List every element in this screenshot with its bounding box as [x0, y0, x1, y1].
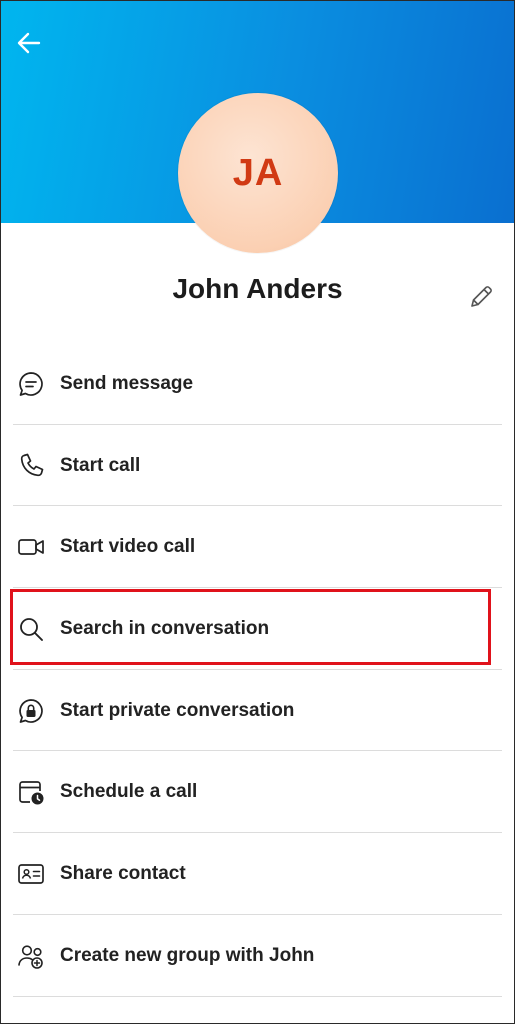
- menu-item-label: Send message: [60, 372, 194, 394]
- menu-item-label: Create new group with John: [60, 944, 315, 966]
- menu-item-create-new-group[interactable]: Create new group with John: [1, 915, 514, 997]
- menu-item-search-in-conversation[interactable]: Search in conversation: [1, 588, 514, 670]
- contact-name: John Anders: [172, 273, 343, 304]
- video-camera-icon: [15, 531, 47, 563]
- contact-actions-menu: Send message Start call Start video call: [1, 343, 514, 997]
- menu-item-label: Start video call: [60, 536, 196, 558]
- people-add-icon: [15, 940, 47, 972]
- contact-profile-screen: JA John Anders Send message Start call S…: [0, 0, 515, 1024]
- menu-item-start-private-conversation[interactable]: Start private conversation: [1, 670, 514, 752]
- calendar-clock-icon: [15, 776, 47, 808]
- menu-item-share-contact[interactable]: Share contact: [1, 833, 514, 915]
- phone-icon: [15, 450, 47, 482]
- menu-item-label: Start call: [60, 454, 141, 476]
- menu-item-label: Share contact: [60, 862, 186, 884]
- back-button[interactable]: [9, 23, 49, 63]
- menu-item-schedule-a-call[interactable]: Schedule a call: [1, 751, 514, 833]
- menu-item-start-video-call[interactable]: Start video call: [1, 506, 514, 588]
- search-icon: [15, 613, 47, 645]
- menu-item-start-call[interactable]: Start call: [1, 425, 514, 507]
- menu-item-send-message[interactable]: Send message: [1, 343, 514, 425]
- menu-item-label: Search in conversation: [60, 617, 270, 639]
- menu-item-label: Start private conversation: [60, 699, 295, 721]
- avatar[interactable]: JA: [178, 93, 338, 253]
- arrow-left-icon: [17, 32, 41, 54]
- pencil-icon: [471, 286, 492, 307]
- edit-button[interactable]: [463, 279, 499, 315]
- chat-bubble-icon: [15, 368, 47, 400]
- avatar-initials: JA: [232, 151, 284, 194]
- contact-card-icon: [15, 858, 47, 890]
- lock-chat-icon: [15, 695, 47, 727]
- menu-item-label: Schedule a call: [60, 781, 198, 803]
